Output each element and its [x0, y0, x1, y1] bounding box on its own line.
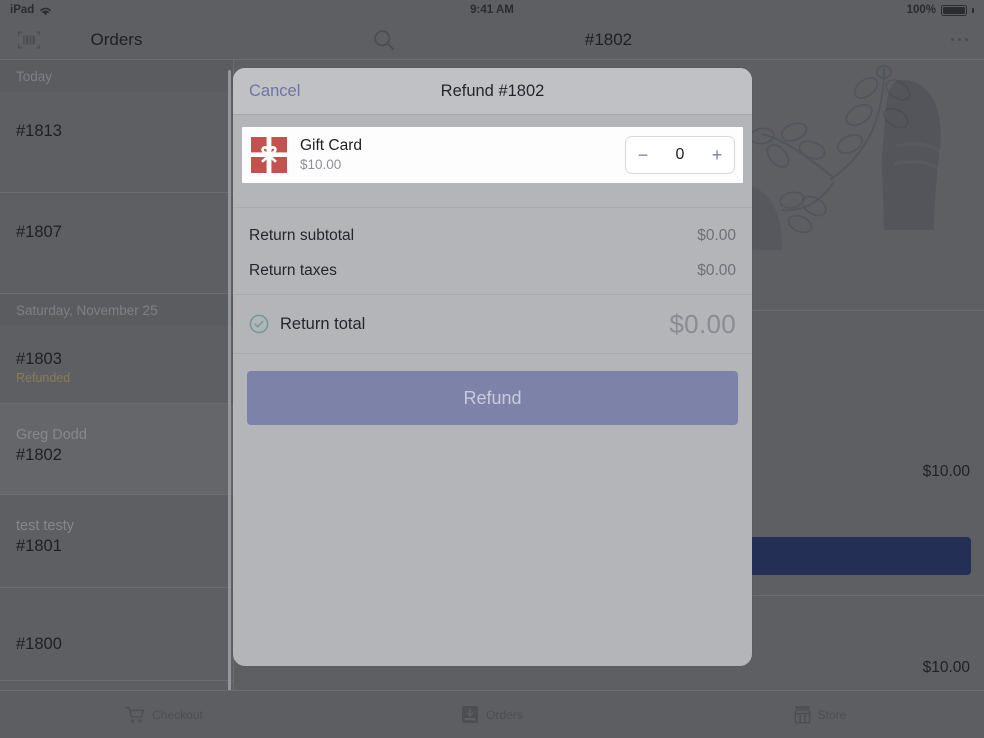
total-label: Return taxes	[249, 261, 337, 279]
grand-total-label: Return total	[280, 314, 366, 333]
total-value: $0.00	[697, 226, 736, 244]
increment-button[interactable]: +	[700, 145, 734, 166]
grand-total-value: $0.00	[669, 308, 736, 339]
grand-total-row: Return total $0.00	[233, 295, 752, 353]
totals-block: Return subtotal $0.00 Return taxes $0.00	[233, 208, 752, 294]
quantity-value: 0	[675, 146, 685, 163]
modal-title: Refund #1802	[440, 81, 545, 100]
total-row: Return subtotal $0.00	[233, 218, 752, 253]
refund-line-item[interactable]: Gift Card $10.00 − 0 +	[242, 127, 743, 183]
line-item-text: Gift Card $10.00	[287, 136, 625, 174]
check-circle-icon	[249, 314, 269, 334]
line-item-name: Gift Card	[300, 137, 363, 154]
divider	[233, 353, 752, 354]
total-value: $0.00	[697, 261, 736, 279]
gift-card-icon	[251, 137, 287, 173]
modal-header: Cancel Refund #1802	[233, 68, 752, 115]
line-item-price: $10.00	[300, 157, 342, 172]
refund-submit-button[interactable]: Refund	[247, 371, 738, 425]
decrement-button[interactable]: −	[626, 145, 660, 166]
refund-modal: Cancel Refund #1802 Gift Card $10.00 − 0…	[233, 68, 752, 666]
quantity-stepper[interactable]: − 0 +	[625, 136, 735, 174]
total-row: Return taxes $0.00	[233, 253, 752, 288]
total-label: Return subtotal	[249, 226, 355, 244]
